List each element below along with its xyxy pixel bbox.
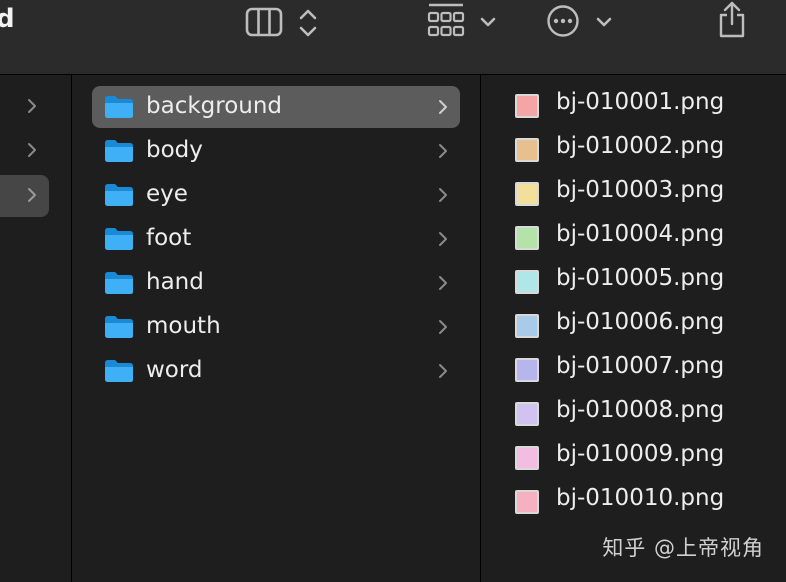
column-view-icon[interactable]: [245, 6, 283, 42]
folder-label: foot: [146, 225, 192, 251]
png-thumbnail-icon: [515, 138, 539, 162]
file-label: bj-010007.png: [556, 353, 725, 379]
chevron-right-icon: [438, 275, 448, 295]
file-label: bj-010004.png: [556, 221, 725, 247]
folder-item[interactable]: word: [92, 350, 460, 392]
file-label: bj-010001.png: [556, 89, 725, 115]
file-label: bj-010009.png: [556, 441, 725, 467]
more-ellipsis-icon[interactable]: [546, 4, 580, 42]
folder-icon: [104, 139, 134, 163]
folder-icon: [104, 183, 134, 207]
png-thumbnail-icon: [515, 446, 539, 470]
share-icon[interactable]: [716, 0, 748, 44]
chevron-right-icon: [438, 363, 448, 383]
file-label: bj-010003.png: [556, 177, 725, 203]
png-thumbnail-icon: [515, 226, 539, 250]
png-thumbnail-icon: [515, 402, 539, 426]
folder-icon: [104, 359, 134, 383]
png-thumbnail-icon: [515, 314, 539, 338]
file-column: bj-010001.png bj-010002.png bj-010003.png b…: [481, 75, 786, 582]
folder-label: background: [146, 93, 283, 119]
folder-label: body: [146, 137, 203, 163]
folder-item[interactable]: body: [92, 130, 460, 172]
folder-item[interactable]: hand: [92, 262, 460, 304]
folder-item[interactable]: foot: [92, 218, 460, 260]
file-label: bj-010005.png: [556, 265, 725, 291]
folder-icon: [104, 315, 134, 339]
grid-group-icon[interactable]: [427, 3, 465, 45]
folder-icon: [104, 227, 134, 251]
chevron-right-icon: [438, 319, 448, 339]
toolbar: d: [0, 0, 786, 75]
folder-icon: [104, 271, 134, 295]
watermark: 知乎 @上帝视角: [602, 536, 764, 560]
folder-column: background body eye foot hand mouth word: [72, 75, 481, 582]
up-down-chevron-icon[interactable]: [298, 6, 318, 44]
png-thumbnail-icon: [515, 490, 539, 514]
window-title: d: [0, 4, 15, 34]
parent-row-selected[interactable]: [0, 175, 49, 217]
group-menu-chevron-down-icon[interactable]: [479, 14, 497, 33]
folder-label: word: [146, 357, 203, 383]
chevron-right-icon: [27, 98, 37, 118]
chevron-right-icon: [438, 187, 448, 207]
folder-label: mouth: [146, 313, 221, 339]
file-label: bj-010010.png: [556, 485, 725, 511]
folder-icon: [104, 95, 134, 119]
folder-item[interactable]: background: [92, 86, 460, 128]
png-thumbnail-icon: [515, 358, 539, 382]
file-label: bj-010006.png: [556, 309, 725, 335]
column-browser: background body eye foot hand mouth word bj-01…: [0, 75, 786, 582]
png-thumbnail-icon: [515, 270, 539, 294]
png-thumbnail-icon: [515, 182, 539, 206]
chevron-right-icon: [438, 143, 448, 163]
chevron-right-icon: [27, 187, 37, 207]
folder-item[interactable]: mouth: [92, 306, 460, 348]
parent-row[interactable]: [0, 130, 49, 172]
folder-label: eye: [146, 181, 188, 207]
parent-row[interactable]: [0, 86, 49, 128]
folder-item[interactable]: eye: [92, 174, 460, 216]
png-thumbnail-icon: [515, 94, 539, 118]
parent-column: [0, 75, 72, 582]
chevron-right-icon: [438, 231, 448, 251]
folder-label: hand: [146, 269, 204, 295]
file-label: bj-010002.png: [556, 133, 725, 159]
chevron-right-icon: [438, 99, 448, 119]
chevron-right-icon: [27, 142, 37, 162]
action-menu-chevron-down-icon[interactable]: [595, 14, 613, 33]
file-label: bj-010008.png: [556, 397, 725, 423]
